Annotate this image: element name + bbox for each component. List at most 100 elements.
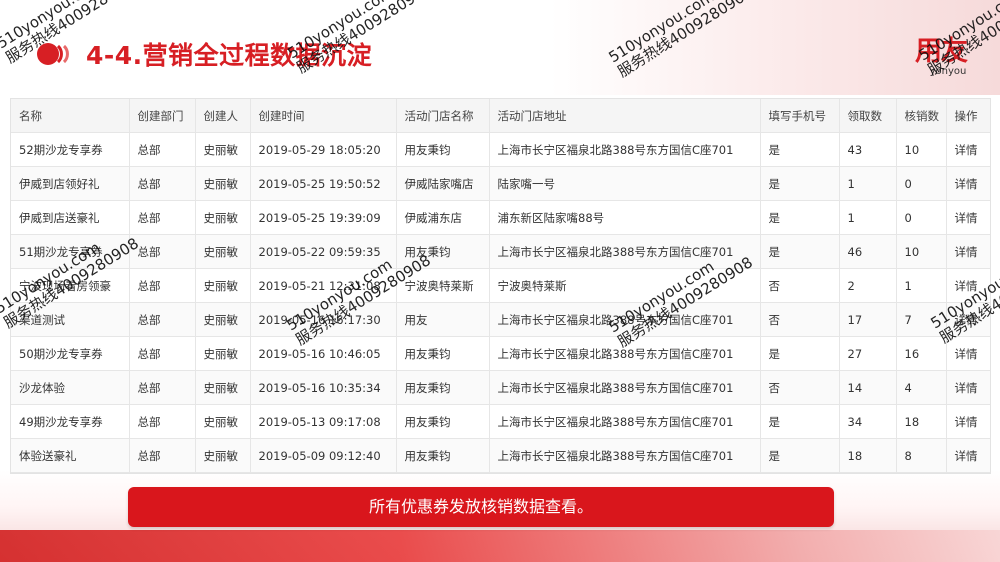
cell-creator: 史丽敏 bbox=[195, 370, 251, 405]
column-header-created-time: 创建时间 bbox=[250, 99, 397, 133]
cell-store-name: 用友秉钧 bbox=[396, 336, 490, 371]
column-header-phone-required: 填写手机号 bbox=[760, 99, 840, 133]
cell-department: 总部 bbox=[129, 234, 196, 269]
cell-name: 渠道测试 bbox=[11, 302, 130, 337]
coupon-table: 名称 创建部门 创建人 创建时间 活动门店名称 活动门店地址 填写手机号 领取数… bbox=[10, 98, 991, 474]
cell-claimed-count: 1 bbox=[839, 200, 897, 235]
cell-phone-required: 是 bbox=[760, 200, 840, 235]
cell-store-address: 上海市长宁区福泉北路388号东方国信C座701 bbox=[489, 438, 761, 473]
cell-name: 伊威到店领好礼 bbox=[11, 166, 130, 201]
cell-creator: 史丽敏 bbox=[195, 200, 251, 235]
column-header-redeemed-count: 核销数 bbox=[896, 99, 947, 133]
cell-phone-required: 是 bbox=[760, 404, 840, 439]
table-row: 沙龙体验 总部 史丽敏 2019-05-16 10:35:34 用友秉钧 上海市… bbox=[11, 370, 990, 405]
cell-redeemed-count: 4 bbox=[896, 370, 947, 405]
cell-store-name: 用友秉钧 bbox=[396, 234, 490, 269]
cell-redeemed-count: 7 bbox=[896, 302, 947, 337]
details-link[interactable]: 详情 bbox=[946, 404, 990, 439]
cell-created-time: 2019-05-16 10:35:34 bbox=[250, 370, 397, 405]
column-header-claimed-count: 领取数 bbox=[839, 99, 897, 133]
brand-logo: 用友 yonyou bbox=[906, 38, 976, 78]
cell-department: 总部 bbox=[129, 404, 196, 439]
details-link[interactable]: 详情 bbox=[946, 336, 990, 371]
cell-name: 52期沙龙专享券 bbox=[11, 132, 130, 167]
cell-creator: 史丽敏 bbox=[195, 302, 251, 337]
column-header-action: 操作 bbox=[946, 99, 990, 133]
cell-phone-required: 是 bbox=[760, 234, 840, 269]
details-link[interactable]: 详情 bbox=[946, 166, 990, 201]
cell-store-address: 宁波奥特莱斯 bbox=[489, 268, 761, 303]
cell-department: 总部 bbox=[129, 336, 196, 371]
column-header-creator: 创建人 bbox=[195, 99, 251, 133]
table-row: 体验送豪礼 总部 史丽敏 2019-05-09 09:12:40 用友秉钧 上海… bbox=[11, 438, 990, 473]
cell-redeemed-count: 0 bbox=[896, 166, 947, 201]
cell-redeemed-count: 1 bbox=[896, 268, 947, 303]
cell-created-time: 2019-05-09 09:12:40 bbox=[250, 438, 397, 473]
table-header-row: 名称 创建部门 创建人 创建时间 活动门店名称 活动门店地址 填写手机号 领取数… bbox=[11, 99, 990, 133]
cell-name: 50期沙龙专享券 bbox=[11, 336, 130, 371]
details-link[interactable]: 详情 bbox=[946, 268, 990, 303]
cell-department: 总部 bbox=[129, 132, 196, 167]
cell-created-time: 2019-05-16 10:46:05 bbox=[250, 336, 397, 371]
table-row: 伊威到店送豪礼 总部 史丽敏 2019-05-25 19:39:09 伊威浦东店… bbox=[11, 200, 990, 235]
cell-store-name: 用友秉钧 bbox=[396, 404, 490, 439]
column-header-department: 创建部门 bbox=[129, 99, 196, 133]
details-link[interactable]: 详情 bbox=[946, 438, 990, 473]
cell-created-time: 2019-05-13 09:17:08 bbox=[250, 404, 397, 439]
cell-store-address: 上海市长宁区福泉北路388号东方国信C座701 bbox=[489, 302, 761, 337]
cell-phone-required: 否 bbox=[760, 302, 840, 337]
cell-name: 49期沙龙专享券 bbox=[11, 404, 130, 439]
table-row: 52期沙龙专享券 总部 史丽敏 2019-05-29 18:05:20 用友秉钧… bbox=[11, 132, 990, 167]
table-row: 渠道测试 总部 史丽敏 2019-05-16 16:17:30 用友 上海市长宁… bbox=[11, 302, 990, 337]
cell-claimed-count: 27 bbox=[839, 336, 897, 371]
cell-redeemed-count: 18 bbox=[896, 404, 947, 439]
brand-name-en: yonyou bbox=[929, 66, 967, 77]
cell-name: 体验送豪礼 bbox=[11, 438, 130, 473]
cell-created-time: 2019-05-22 09:59:35 bbox=[250, 234, 397, 269]
details-link[interactable]: 详情 bbox=[946, 302, 990, 337]
cell-redeemed-count: 0 bbox=[896, 200, 947, 235]
cell-redeemed-count: 16 bbox=[896, 336, 947, 371]
column-header-store-address: 活动门店地址 bbox=[489, 99, 761, 133]
cell-creator: 史丽敏 bbox=[195, 234, 251, 269]
cell-department: 总部 bbox=[129, 438, 196, 473]
cell-claimed-count: 1 bbox=[839, 166, 897, 201]
cell-claimed-count: 34 bbox=[839, 404, 897, 439]
details-link[interactable]: 详情 bbox=[946, 370, 990, 405]
table-row: 50期沙龙专享券 总部 史丽敏 2019-05-16 10:46:05 用友秉钧… bbox=[11, 336, 990, 371]
summary-banner: 所有优惠券发放核销数据查看。 bbox=[128, 487, 834, 527]
cell-phone-required: 否 bbox=[760, 370, 840, 405]
cell-redeemed-count: 10 bbox=[896, 132, 947, 167]
cell-store-address: 浦东新区陆家嘴88号 bbox=[489, 200, 761, 235]
table-row: 宁波现场看房领豪 总部 史丽敏 2019-05-21 12:31:08 宁波奥特… bbox=[11, 268, 990, 303]
cell-name: 51期沙龙专享券 bbox=[11, 234, 130, 269]
cell-claimed-count: 46 bbox=[839, 234, 897, 269]
table-row: 49期沙龙专享券 总部 史丽敏 2019-05-13 09:17:08 用友秉钧… bbox=[11, 404, 990, 439]
cell-created-time: 2019-05-16 16:17:30 bbox=[250, 302, 397, 337]
cell-redeemed-count: 8 bbox=[896, 438, 947, 473]
cell-store-address: 上海市长宁区福泉北路388号东方国信C座701 bbox=[489, 370, 761, 405]
details-link[interactable]: 详情 bbox=[946, 200, 990, 235]
cell-store-address: 上海市长宁区福泉北路388号东方国信C座701 bbox=[489, 234, 761, 269]
cell-store-name: 用友秉钧 bbox=[396, 370, 490, 405]
cell-claimed-count: 18 bbox=[839, 438, 897, 473]
details-link[interactable]: 详情 bbox=[946, 132, 990, 167]
cell-created-time: 2019-05-21 12:31:08 bbox=[250, 268, 397, 303]
cell-creator: 史丽敏 bbox=[195, 404, 251, 439]
cell-creator: 史丽敏 bbox=[195, 336, 251, 371]
cell-store-name: 用友秉钧 bbox=[396, 438, 490, 473]
cell-department: 总部 bbox=[129, 268, 196, 303]
details-link[interactable]: 详情 bbox=[946, 234, 990, 269]
cell-created-time: 2019-05-25 19:39:09 bbox=[250, 200, 397, 235]
cell-claimed-count: 2 bbox=[839, 268, 897, 303]
table-row: 51期沙龙专享券 总部 史丽敏 2019-05-22 09:59:35 用友秉钧… bbox=[11, 234, 990, 269]
cell-phone-required: 是 bbox=[760, 132, 840, 167]
cell-department: 总部 bbox=[129, 166, 196, 201]
cell-phone-required: 否 bbox=[760, 268, 840, 303]
cell-department: 总部 bbox=[129, 200, 196, 235]
slide-bullet-icon bbox=[37, 43, 69, 65]
table-row: 伊威到店领好礼 总部 史丽敏 2019-05-25 19:50:52 伊威陆家嘴… bbox=[11, 166, 990, 201]
cell-created-time: 2019-05-29 18:05:20 bbox=[250, 132, 397, 167]
cell-created-time: 2019-05-25 19:50:52 bbox=[250, 166, 397, 201]
footer-stripe bbox=[0, 530, 1000, 562]
